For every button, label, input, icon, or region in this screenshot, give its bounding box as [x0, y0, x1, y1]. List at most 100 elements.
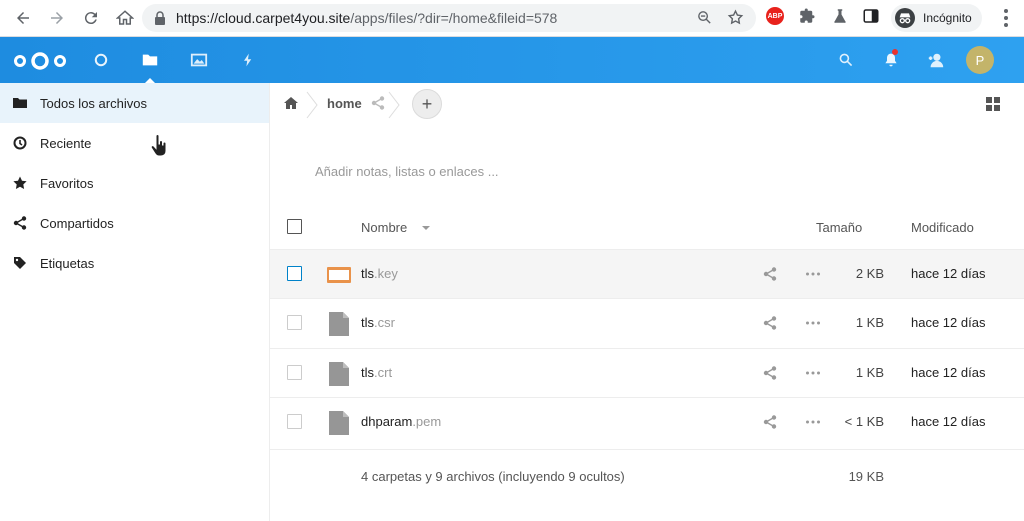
breadcrumb-separator [388, 91, 400, 119]
more-icon[interactable] [805, 267, 821, 281]
share-icon[interactable] [763, 415, 777, 429]
dashboard-icon[interactable] [91, 50, 111, 70]
column-size[interactable]: Tamaño [816, 220, 862, 235]
table-row[interactable]: dhparam.pem < 1 KB hace 12 días [270, 397, 1024, 446]
contacts-icon[interactable] [926, 50, 946, 70]
sidebar-item-label: Todos los archivos [40, 95, 147, 111]
key-file-icon [327, 267, 351, 283]
breadcrumb: home + [270, 83, 1024, 125]
column-modified[interactable]: Modificado [911, 220, 974, 235]
file-modified: hace 12 días [911, 365, 986, 380]
incognito-label: Incógnito [923, 11, 972, 25]
search-icon[interactable] [836, 50, 856, 70]
file-name[interactable]: tls.key [361, 266, 398, 281]
sidebar-item-label: Favoritos [40, 175, 94, 191]
back-icon[interactable] [12, 7, 34, 29]
reload-icon[interactable] [80, 7, 102, 29]
url-path: /apps/files/?dir=/home&fileid=578 [350, 10, 558, 26]
home-nav-icon[interactable] [114, 7, 136, 29]
file-icon [329, 411, 349, 435]
file-name[interactable]: tls.crt [361, 365, 392, 380]
sidebar-item-recent[interactable]: Reciente [0, 123, 269, 163]
plus-icon: + [421, 93, 433, 114]
sidebar-item-favorites[interactable]: Favoritos [0, 163, 269, 203]
file-base: tls [361, 365, 374, 380]
tag-icon [14, 257, 26, 269]
grid-view-icon[interactable] [986, 97, 1000, 111]
extensions-icon[interactable] [798, 7, 816, 25]
notifications-icon[interactable] [881, 50, 901, 70]
file-base: dhparam [361, 414, 413, 429]
more-icon[interactable] [805, 316, 821, 330]
bookmark-star-icon[interactable] [727, 9, 744, 26]
row-checkbox[interactable] [287, 414, 302, 429]
breadcrumb-separator [306, 91, 318, 119]
file-icon [329, 312, 349, 336]
sidebar-item-shared[interactable]: Compartidos [0, 203, 269, 243]
file-modified: hace 12 días [911, 266, 986, 281]
notification-dot [892, 49, 898, 55]
share-icon[interactable] [763, 316, 777, 330]
file-modified: hace 12 días [911, 414, 986, 429]
side-panel-icon[interactable] [862, 7, 880, 25]
file-name[interactable]: tls.csr [361, 315, 395, 330]
address-bar[interactable]: https://cloud.carpet4you.site/apps/files… [142, 4, 756, 32]
file-modified: hace 12 días [911, 315, 986, 330]
more-icon[interactable] [805, 415, 821, 429]
row-checkbox[interactable] [287, 315, 302, 330]
notes-placeholder[interactable]: Añadir notas, listas o enlaces ... [315, 164, 499, 179]
sidebar-item-all-files[interactable]: Todos los archivos [0, 83, 269, 123]
files-app-icon[interactable] [140, 50, 160, 83]
forward-icon[interactable] [46, 7, 68, 29]
share-icon [13, 216, 27, 230]
hand-cursor-icon [150, 134, 167, 157]
summary-size: 19 KB [848, 469, 884, 484]
table-summary: 4 carpetas y 9 archivos (incluyendo 9 oc… [270, 449, 1024, 499]
files-sidebar: Todos los archivos Reciente Favoritos Co… [0, 83, 270, 521]
sidebar-item-label: Etiquetas [40, 255, 95, 271]
url-host: https://cloud.carpet4you.site [176, 10, 351, 26]
breadcrumb-current[interactable]: home [327, 96, 362, 111]
select-all-checkbox[interactable] [287, 219, 302, 234]
share-icon[interactable] [371, 96, 385, 110]
browser-menu-icon[interactable] [1004, 9, 1008, 27]
table-header: Nombre Tamaño Modificado [270, 207, 1024, 249]
app-header: P [0, 37, 1024, 83]
file-icon [329, 362, 349, 386]
row-checkbox[interactable] [287, 266, 302, 281]
table-row[interactable]: tls.key 2 KB hace 12 días [270, 249, 1024, 298]
share-icon[interactable] [763, 366, 777, 380]
sort-down-icon [422, 226, 430, 230]
table-row[interactable]: tls.crt 1 KB hace 12 días [270, 348, 1024, 397]
home-icon[interactable] [284, 96, 298, 110]
sidebar-item-label: Reciente [40, 135, 92, 151]
files-main: home + Añadir notas, listas o enlaces ..… [270, 83, 1024, 521]
file-ext: .pem [412, 414, 442, 429]
new-button[interactable]: + [412, 89, 442, 119]
more-icon[interactable] [805, 366, 821, 380]
share-icon[interactable] [763, 267, 777, 281]
sidebar-item-tags[interactable]: Etiquetas [0, 243, 269, 283]
user-avatar[interactable]: P [966, 46, 994, 74]
table-row[interactable]: tls.csr 1 KB hace 12 días [270, 298, 1024, 347]
nextcloud-logo[interactable] [12, 51, 68, 71]
adblock-icon[interactable]: ABP [766, 7, 784, 25]
clock-icon [13, 136, 27, 150]
incognito-icon [895, 8, 915, 28]
flask-icon[interactable] [831, 7, 849, 25]
file-name[interactable]: dhparam.pem [361, 414, 441, 429]
file-size: 1 KB [855, 315, 884, 330]
photos-app-icon[interactable] [189, 50, 209, 70]
sidebar-item-label: Compartidos [40, 215, 114, 231]
activity-app-icon[interactable] [238, 50, 258, 70]
file-ext: .key [374, 266, 398, 281]
file-ext: .csr [374, 315, 395, 330]
row-checkbox[interactable] [287, 365, 302, 380]
column-name[interactable]: Nombre [361, 220, 407, 235]
summary-text: 4 carpetas y 9 archivos (incluyendo 9 oc… [361, 469, 625, 484]
file-base: tls [361, 315, 374, 330]
star-icon [13, 176, 27, 189]
zoom-icon[interactable] [696, 9, 713, 26]
incognito-badge[interactable]: Incógnito [891, 4, 982, 32]
browser-toolbar: https://cloud.carpet4you.site/apps/files… [0, 0, 1024, 37]
